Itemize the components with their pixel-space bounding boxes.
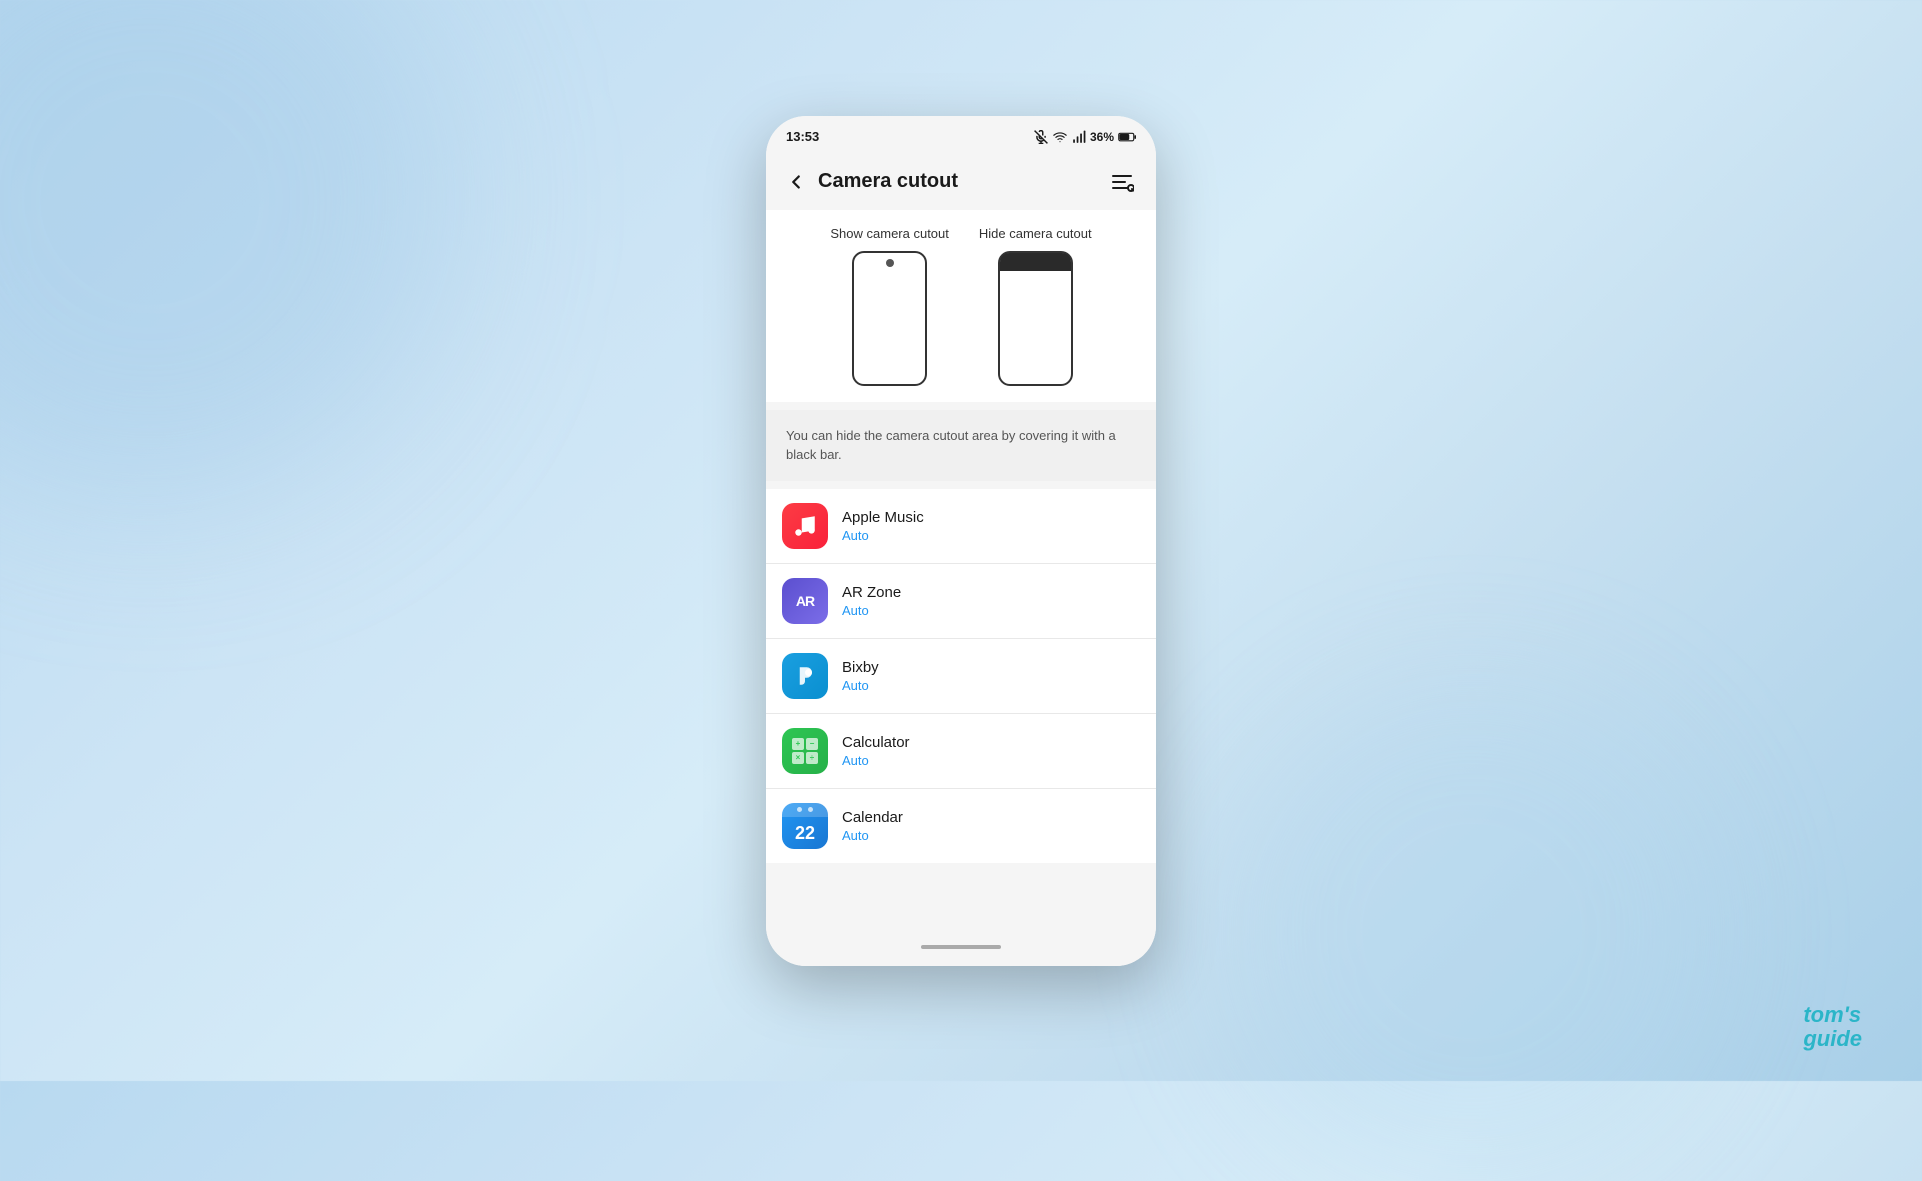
description-section: You can hide the camera cutout area by c… — [766, 410, 1156, 481]
app-info: Apple Music Auto — [842, 509, 1140, 543]
page-title: Camera cutout — [818, 170, 958, 193]
app-name: Apple Music — [842, 509, 1140, 526]
app-list: Apple Music Auto AR AR Zone Auto — [766, 489, 1156, 863]
app-name: Calendar — [842, 809, 1140, 826]
page-header: Camera cutout — [766, 154, 1156, 210]
cutout-options-section: Show camera cutout Hide camera cutout — [766, 210, 1156, 402]
header-left: Camera cutout — [782, 168, 958, 196]
app-status: Auto — [842, 753, 1140, 768]
ar-text: AR — [796, 593, 814, 609]
bixby-icon — [782, 653, 828, 699]
mute-icon — [1034, 130, 1048, 144]
content-area: Show camera cutout Hide camera cutout Yo… — [766, 210, 1156, 936]
status-time: 13:53 — [786, 129, 819, 144]
app-info: Bixby Auto — [842, 659, 1140, 693]
hide-cutout-illustration — [998, 251, 1073, 386]
app-status: Auto — [842, 828, 1140, 843]
app-name: Calculator — [842, 734, 1140, 751]
ar-zone-icon: AR — [782, 578, 828, 624]
show-cutout-illustration — [852, 251, 927, 386]
calc-grid: + − × ÷ — [792, 738, 818, 764]
calendar-date: 22 — [795, 824, 815, 842]
app-name: AR Zone — [842, 584, 1140, 601]
app-info: AR Zone Auto — [842, 584, 1140, 618]
calendar-top — [782, 803, 828, 817]
bottom-bar — [766, 936, 1156, 966]
wifi-icon — [1052, 130, 1068, 144]
battery-text: 36% — [1090, 130, 1114, 144]
show-cutout-label: Show camera cutout — [830, 226, 949, 241]
app-info: Calculator Auto — [842, 734, 1140, 768]
app-name: Bixby — [842, 659, 1140, 676]
calendar-icon: 22 — [782, 803, 828, 849]
hide-cutout-option[interactable]: Hide camera cutout — [979, 226, 1092, 386]
search-filter-button[interactable] — [1104, 164, 1140, 200]
battery-icon — [1118, 131, 1136, 143]
black-bar — [1000, 253, 1071, 271]
signal-icon — [1072, 130, 1086, 144]
home-indicator — [921, 945, 1001, 949]
description-text: You can hide the camera cutout area by c… — [786, 426, 1136, 465]
calculator-icon: + − × ÷ — [782, 728, 828, 774]
app-info: Calendar Auto — [842, 809, 1140, 843]
apple-music-icon — [782, 503, 828, 549]
watermark: tom's guide — [1803, 1003, 1862, 1051]
show-cutout-option[interactable]: Show camera cutout — [830, 226, 949, 386]
status-icons: 36% — [1034, 130, 1136, 144]
watermark-line2: guide — [1803, 1027, 1862, 1051]
back-button[interactable] — [782, 168, 810, 196]
status-bar: 13:53 — [766, 116, 1156, 154]
app-status: Auto — [842, 528, 1140, 543]
list-item[interactable]: 22 Calendar Auto — [766, 789, 1156, 863]
phone-screen: 13:53 — [766, 116, 1156, 966]
list-item[interactable]: Bixby Auto — [766, 639, 1156, 714]
list-item[interactable]: AR AR Zone Auto — [766, 564, 1156, 639]
watermark-line1: tom's — [1803, 1003, 1862, 1027]
app-status: Auto — [842, 603, 1140, 618]
hide-cutout-label: Hide camera cutout — [979, 226, 1092, 241]
list-item[interactable]: + − × ÷ Calculator Auto — [766, 714, 1156, 789]
app-status: Auto — [842, 678, 1140, 693]
list-item[interactable]: Apple Music Auto — [766, 489, 1156, 564]
